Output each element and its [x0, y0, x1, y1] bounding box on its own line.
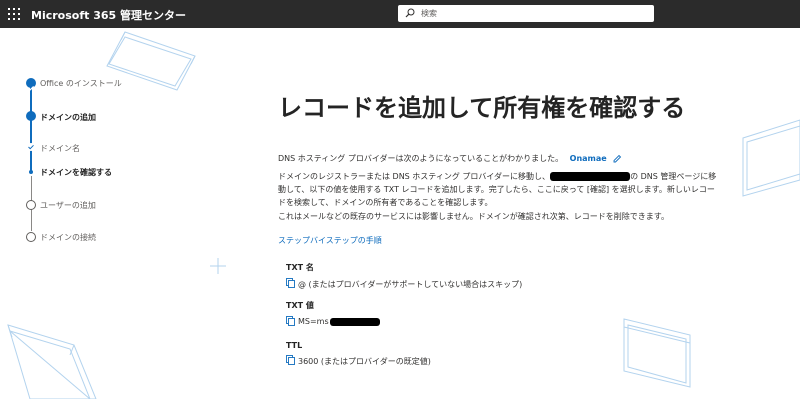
provider-text: DNS ホスティング プロバイダーは次のようになっていることがわかりました。 [278, 154, 564, 163]
window-illustration-right [742, 119, 800, 197]
substep-domain-name[interactable]: ドメイン名 [40, 143, 80, 154]
ttl-label: TTL [286, 341, 303, 350]
substep-check-icon [27, 143, 35, 151]
provider-line: DNS ホスティング プロバイダーは次のようになっていることがわかりました。 O… [278, 152, 718, 165]
step-add-domain[interactable]: ドメインの追加 [40, 112, 96, 123]
ttl-value: 3600 (またはプロバイダーの既定値) [298, 357, 431, 366]
txt-value-label: TXT 値 [286, 301, 314, 310]
progress-line [30, 87, 32, 172]
edit-pencil-icon[interactable] [613, 154, 622, 163]
page-title: レコードを追加して所有権を確認する [278, 94, 686, 122]
copy-icon[interactable] [286, 278, 295, 288]
completed-check-icon [26, 78, 36, 91]
instructions-paragraph: ドメインのレジストラーまたは DNS ホスティング プロバイダーに移動し、の D… [278, 170, 718, 209]
txt-value: MS=ms [298, 317, 329, 326]
step-add-users[interactable]: ユーザーの追加 [40, 200, 96, 211]
window-illustration-bottom-left [7, 324, 97, 399]
copy-icon[interactable] [286, 316, 295, 326]
window-illustration-bottom-right [623, 318, 691, 388]
pending-step-icon [26, 232, 36, 242]
txt-value-row: MS=ms [298, 317, 380, 326]
search-box[interactable] [398, 5, 654, 22]
provider-name: Onamae [569, 154, 607, 163]
instructions-text: ドメインのレジストラーまたは DNS ホスティング プロバイダーに移動し、 [278, 172, 551, 181]
redacted-txt-value [329, 317, 380, 326]
txt-name-value: @ (またはプロバイダーがサポートしていない場合はスキップ) [298, 280, 523, 289]
note-text: これはメールなどの既存のサービスには影響しません。ドメインが確認され次第、レコー… [278, 212, 669, 221]
search-icon [405, 8, 415, 18]
app-title[interactable]: Microsoft 365 管理センター [31, 7, 186, 23]
substep-verify-domain[interactable]: ドメインを確認する [40, 167, 112, 178]
copy-icon[interactable] [286, 355, 295, 365]
step-by-step-link[interactable]: ステップバイステップの手順 [278, 234, 718, 247]
app-launcher-icon[interactable] [8, 8, 20, 20]
redacted-domain [550, 172, 631, 181]
sparkle-illustration [210, 258, 226, 274]
pending-step-icon [26, 200, 36, 210]
step-connect-domain[interactable]: ドメインの接続 [40, 232, 96, 243]
current-step-icon [26, 111, 36, 121]
substep-current-dot-icon [29, 170, 33, 174]
top-bar: Microsoft 365 管理センター [0, 0, 800, 28]
search-input[interactable] [421, 5, 641, 22]
txt-name-label: TXT 名 [286, 263, 314, 272]
step-install-office[interactable]: Office のインストール [40, 78, 122, 89]
